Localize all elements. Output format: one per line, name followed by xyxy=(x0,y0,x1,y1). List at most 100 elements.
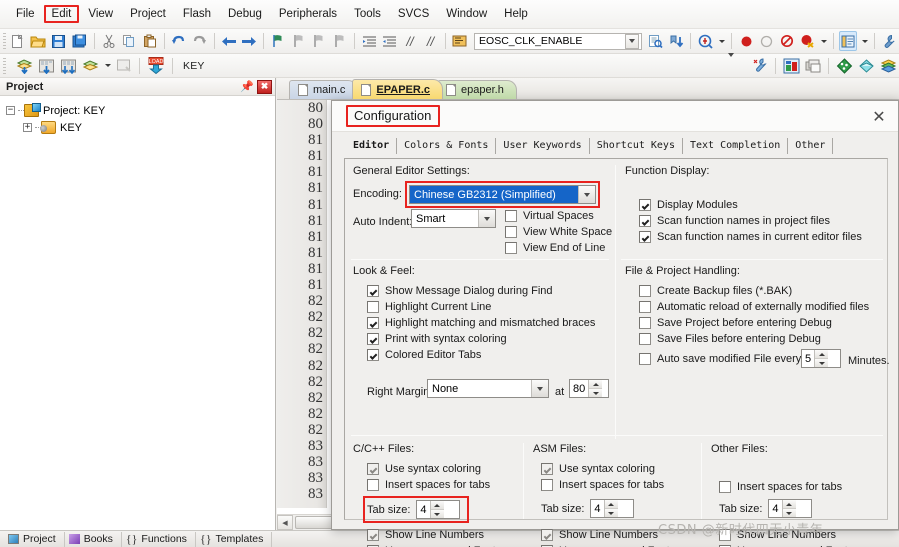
menu-item-view[interactable]: View xyxy=(80,5,121,23)
checkbox-row-c-use-monospaced-font[interactable]: Use monospaced Font xyxy=(367,543,496,547)
editor-tab-epaper-c[interactable]: EPAPER.c xyxy=(352,79,443,99)
checkbox-row-highlight-current-line[interactable]: Highlight Current Line xyxy=(367,299,595,315)
highlight-braces-checkbox[interactable] xyxy=(367,317,379,329)
asm-show-line-numbers-checkbox[interactable] xyxy=(541,529,553,541)
scan-project-files-checkbox[interactable] xyxy=(639,215,651,227)
checkbox-row-colored-editor-tabs[interactable]: Colored Editor Tabs xyxy=(367,347,595,363)
bottom-tab-templates[interactable]: {} Templates xyxy=(196,531,273,547)
checkbox-row-print-syntax-coloring[interactable]: Print with syntax coloring xyxy=(367,331,595,347)
manage-multi-project-icon[interactable] xyxy=(878,56,898,76)
select-components-icon[interactable] xyxy=(803,56,823,76)
encoding-combo[interactable]: Chinese GB2312 (Simplified) xyxy=(409,185,596,204)
find-in-files-icon[interactable] xyxy=(646,31,664,51)
target-options-dropdown-icon[interactable] xyxy=(727,53,747,76)
scan-editor-files-checkbox[interactable] xyxy=(639,231,651,243)
breakpoint-empty-icon[interactable] xyxy=(757,31,775,51)
breakpoint-kill-all-icon[interactable] xyxy=(798,31,816,51)
c-show-line-numbers-checkbox[interactable] xyxy=(367,529,379,541)
chevron-down-icon[interactable] xyxy=(531,380,548,397)
batch-build-icon[interactable] xyxy=(80,56,100,76)
dialog-tab-editor[interactable]: Editor xyxy=(346,138,398,154)
open-file-icon[interactable] xyxy=(29,31,47,51)
bookmark-prev-icon[interactable] xyxy=(310,31,328,51)
symbol-combo[interactable]: EOSC_CLK_ENABLE xyxy=(474,32,643,50)
save-files-before-debug-checkbox[interactable] xyxy=(639,333,651,345)
menu-item-svcs[interactable]: SVCS xyxy=(390,5,437,23)
breakpoint-disable-icon[interactable] xyxy=(778,31,796,51)
download-to-flash-icon[interactable]: LOAD xyxy=(145,56,167,76)
target-options-icon[interactable] xyxy=(750,56,770,76)
show-message-dialog-checkbox[interactable] xyxy=(367,285,379,297)
comment-block-icon[interactable]: // xyxy=(401,31,419,51)
dialog-tab-shortcut-keys[interactable]: Shortcut Keys xyxy=(590,138,683,154)
copy-icon[interactable] xyxy=(120,31,138,51)
pack-installer-icon[interactable] xyxy=(834,56,854,76)
asm-use-syntax-coloring-checkbox[interactable] xyxy=(541,463,553,475)
view-end-of-line-checkbox[interactable] xyxy=(505,242,517,254)
dialog-tab-colors-fonts[interactable]: Colors & Fonts xyxy=(397,138,497,154)
manage-project-items-icon[interactable] xyxy=(781,56,801,76)
checkbox-row-scan-editor-files[interactable]: Scan function names in current editor fi… xyxy=(639,229,862,245)
dialog-tab-text-completion[interactable]: Text Completion xyxy=(683,138,789,154)
spinner-buttons[interactable] xyxy=(781,500,796,517)
menu-item-project[interactable]: Project xyxy=(122,5,174,23)
checkbox-row-asm-insert-spaces-for-tabs[interactable]: Insert spaces for tabs xyxy=(541,477,664,493)
uncomment-block-icon[interactable]: // xyxy=(421,31,439,51)
checkbox-row-show-message-dialog[interactable]: Show Message Dialog during Find xyxy=(367,283,595,299)
spinner-down-icon[interactable] xyxy=(815,359,829,367)
rebuild-all-icon[interactable] xyxy=(58,56,78,76)
auto-save-checkbox[interactable] xyxy=(639,353,651,365)
toolbar-gripper[interactable] xyxy=(3,33,6,49)
print-syntax-coloring-checkbox[interactable] xyxy=(367,333,379,345)
bookmark-toggle-icon[interactable] xyxy=(269,31,287,51)
collapse-toggle-icon[interactable]: − xyxy=(6,106,15,115)
spinner-buttons[interactable] xyxy=(814,350,829,367)
indent-icon[interactable] xyxy=(360,31,378,51)
editor-tab-main-c[interactable]: main.c xyxy=(289,80,359,99)
back-arrow-icon[interactable] xyxy=(219,31,237,51)
checkbox-row-virtual-spaces[interactable]: Virtual Spaces xyxy=(505,208,612,224)
checkbox-row-c-use-syntax-coloring[interactable]: Use syntax coloring xyxy=(367,461,490,477)
menu-item-help[interactable]: Help xyxy=(496,5,536,23)
other-insert-spaces-checkbox[interactable] xyxy=(719,481,731,493)
menu-item-tools[interactable]: Tools xyxy=(346,5,389,23)
bottom-tab-functions[interactable]: {} Functions xyxy=(122,531,196,547)
right-margin-at-spinner[interactable]: 80 xyxy=(569,379,609,398)
right-margin-combo[interactable]: None xyxy=(427,379,549,398)
menu-item-edit[interactable]: Edit xyxy=(43,5,80,23)
debug-dropdown-icon[interactable] xyxy=(717,31,726,51)
checkbox-row-display-modules[interactable]: Display Modules xyxy=(639,197,862,213)
manage-run-time-env-icon[interactable] xyxy=(856,56,876,76)
undo-icon[interactable] xyxy=(170,31,188,51)
dialog-tab-other[interactable]: Other xyxy=(788,138,834,154)
spinner-up-icon[interactable] xyxy=(430,501,444,510)
dialog-tab-user-keywords[interactable]: User Keywords xyxy=(496,138,590,154)
close-icon[interactable]: ✕ xyxy=(868,107,890,126)
virtual-spaces-checkbox[interactable] xyxy=(505,210,517,222)
menu-item-peripherals[interactable]: Peripherals xyxy=(271,5,345,23)
menu-item-debug[interactable]: Debug xyxy=(220,5,270,23)
spinner-up-icon[interactable] xyxy=(815,350,829,359)
tree-item-project-root[interactable]: − Project: KEY xyxy=(6,102,275,119)
spinner-buttons[interactable] xyxy=(603,500,618,517)
chevron-down-icon[interactable] xyxy=(578,186,595,203)
display-modules-checkbox[interactable] xyxy=(639,199,651,211)
checkbox-row-save-files-before-debug[interactable]: Save Files before entering Debug xyxy=(639,331,869,347)
outdent-icon[interactable] xyxy=(380,31,398,51)
toolbar-gripper[interactable] xyxy=(3,57,6,74)
build-target-icon[interactable] xyxy=(36,56,56,76)
checkbox-row-other-insert-spaces-for-tabs[interactable]: Insert spaces for tabs xyxy=(719,479,842,495)
scroll-left-icon[interactable]: ◀ xyxy=(277,515,293,530)
colored-editor-tabs-checkbox[interactable] xyxy=(367,349,379,361)
dialog-title-bar[interactable]: Configuration ✕ xyxy=(332,101,898,132)
spinner-down-icon[interactable] xyxy=(782,509,796,517)
bottom-tab-project[interactable]: Project xyxy=(4,531,65,547)
checkbox-row-view-white-space[interactable]: View White Space xyxy=(505,224,612,240)
asm-insert-spaces-checkbox[interactable] xyxy=(541,479,553,491)
checkbox-row-automatic-reload[interactable]: Automatic reload of externally modified … xyxy=(639,299,869,315)
close-icon[interactable]: ✖ xyxy=(257,79,272,94)
auto-indent-combo[interactable]: Smart xyxy=(411,209,496,228)
checkbox-row-asm-show-line-numbers[interactable]: Show Line Numbers xyxy=(541,527,670,543)
breakpoint-dropdown-icon[interactable] xyxy=(819,31,828,51)
spinner-buttons[interactable] xyxy=(588,380,603,397)
